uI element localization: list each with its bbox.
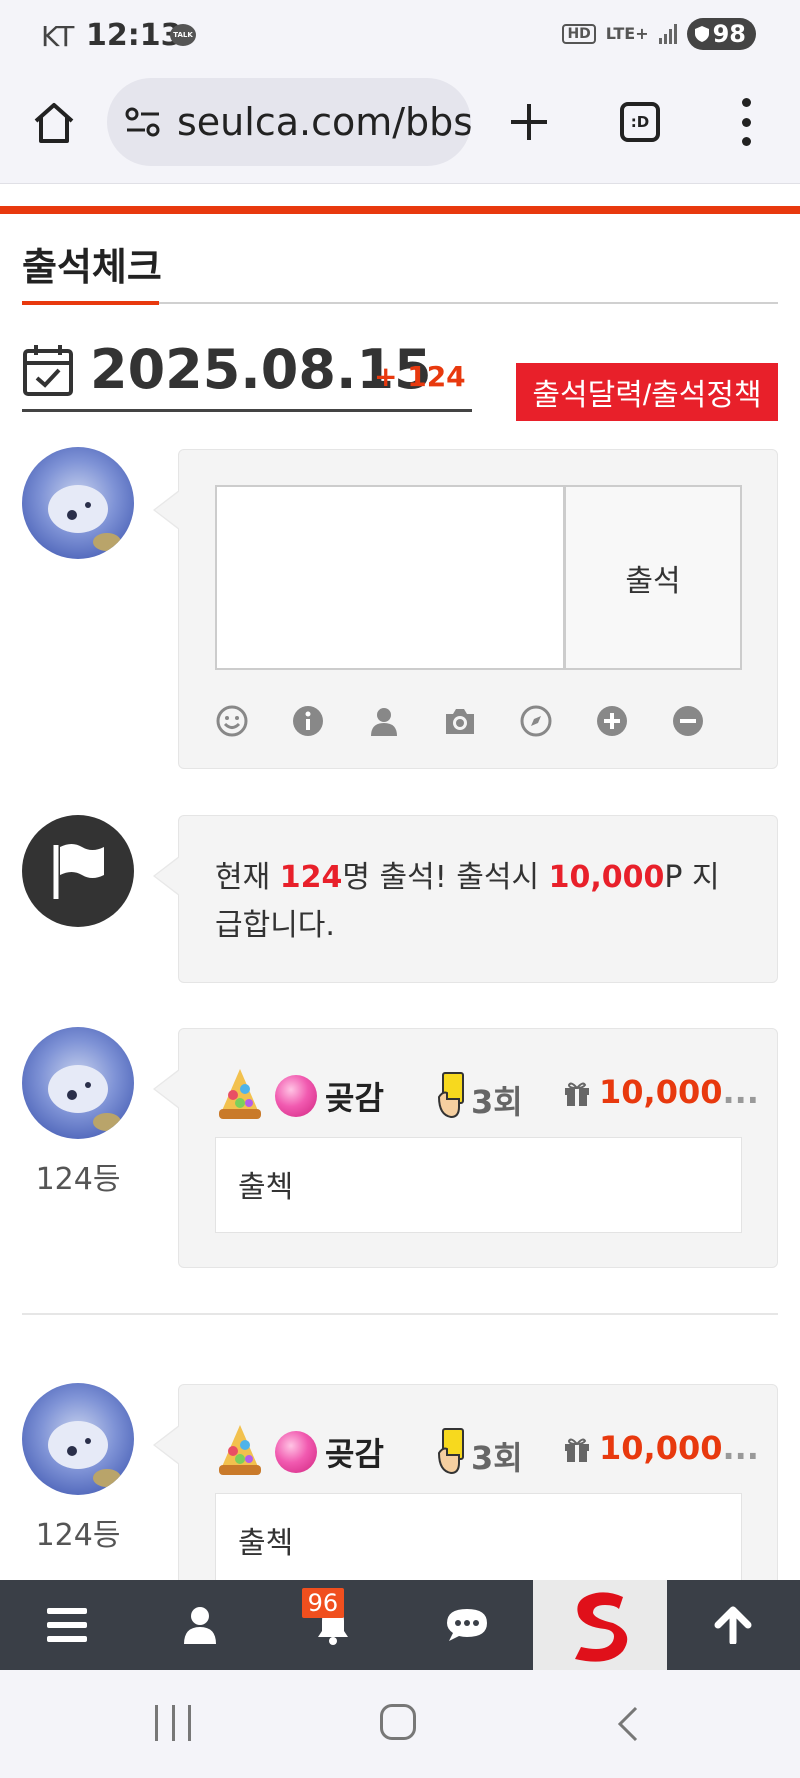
arrow-up-icon — [714, 1606, 752, 1644]
address-bar[interactable]: seulca.com/bbs — [107, 78, 471, 166]
attendance-submit-button[interactable]: 출석 — [564, 485, 742, 670]
nav-notifications-button[interactable]: 96 — [267, 1580, 400, 1670]
more-menu-icon[interactable] — [738, 98, 754, 146]
hd-voice-icon: HD — [562, 24, 596, 44]
notice-points: 10,000 — [548, 860, 665, 895]
compose-toolbar — [215, 704, 705, 738]
notice-panel: 현재 124명 출석! 출석시 10,000P 지급합니다. — [153, 815, 778, 983]
date-header: 2025.08.15 + 124 — [22, 338, 472, 412]
network-label: LTE+ — [605, 24, 649, 43]
signal-icon — [658, 24, 677, 44]
recent-apps-icon[interactable] — [155, 1705, 191, 1741]
home-icon[interactable] — [30, 99, 78, 147]
attendance-count: + 124 — [374, 360, 466, 393]
carrier-label: KT — [41, 20, 75, 53]
shield-icon — [694, 26, 709, 42]
url-text[interactable]: seulca.com/bbs — [177, 100, 471, 144]
level-badge-icon — [219, 1425, 261, 1475]
entry-divider — [22, 1313, 778, 1315]
entry-points-ellipsis: ... — [722, 1429, 759, 1467]
user-avatar[interactable] — [22, 447, 134, 559]
candy-badge-icon — [275, 1075, 317, 1117]
menu-icon — [46, 1608, 87, 1642]
entry-points: 10,000... — [599, 1429, 759, 1467]
entry-nickname[interactable]: 곶감 — [325, 1429, 384, 1475]
status-bar: KT 12:13 TALK HD LTE+ 98 — [0, 0, 800, 74]
notice-text: 현재 124명 출석! 출석시 10,000P 지급합니다. — [215, 854, 735, 950]
site-settings-icon[interactable] — [125, 106, 161, 138]
entry-attendance-times: 3회 — [471, 1439, 523, 1477]
gift-icon — [565, 1438, 589, 1462]
notice-middle: 명 출석! 출석시 — [342, 860, 549, 895]
entry-comment: 출첵 — [215, 1137, 742, 1233]
entry-points: 10,000... — [599, 1073, 759, 1111]
tab-switcher-button[interactable]: :D — [620, 102, 660, 142]
entry-nickname[interactable]: 곶감 — [325, 1073, 384, 1119]
smile-icon[interactable] — [215, 704, 249, 738]
attendance-policy-button[interactable]: 출석달력/출석정책 — [516, 363, 778, 421]
system-navigation-bar — [0, 1670, 800, 1778]
hedgehog-avatar-image — [22, 1383, 134, 1495]
notice-prefix: 현재 — [215, 860, 280, 895]
entry-points-ellipsis: ... — [722, 1073, 759, 1111]
entry-meta: 곶감 3회 10,000... — [215, 1421, 759, 1477]
battery-level: 98 — [712, 20, 746, 48]
camera-icon[interactable] — [443, 704, 477, 738]
nav-chat-button[interactable] — [400, 1580, 533, 1670]
site-logo — [574, 1592, 628, 1662]
back-icon[interactable] — [610, 1704, 646, 1744]
gift-icon — [565, 1082, 589, 1106]
entry-rank: 124등 — [35, 1518, 121, 1553]
entry-points-value: 10,000 — [599, 1429, 723, 1467]
flag-icon — [53, 844, 104, 899]
minus-circle-icon[interactable] — [671, 704, 705, 738]
entry-avatar[interactable] — [22, 1383, 134, 1495]
info-icon[interactable] — [291, 704, 325, 738]
entry-avatar[interactable] — [22, 1027, 134, 1139]
level-badge-icon — [219, 1069, 261, 1119]
candy-badge-icon — [275, 1431, 317, 1473]
entry-card: 곶감 3회 10,000... 출첵 — [153, 1028, 778, 1268]
clock: 12:13 — [86, 18, 182, 53]
yellow-card-icon — [437, 1428, 464, 1475]
entry-points-value: 10,000 — [599, 1073, 723, 1111]
attendance-message-input[interactable] — [215, 485, 565, 670]
new-tab-icon[interactable] — [505, 98, 553, 146]
notice-avatar — [22, 815, 134, 927]
nav-menu-button[interactable] — [0, 1580, 133, 1670]
user-icon[interactable] — [367, 704, 401, 738]
nav-site-logo-button[interactable] — [533, 1580, 667, 1670]
yellow-card-icon — [437, 1072, 464, 1119]
battery-indicator: 98 — [686, 18, 756, 50]
active-tab-indicator — [22, 301, 159, 305]
chat-icon — [446, 1609, 487, 1641]
notice-count: 124 — [279, 860, 343, 895]
header-accent-line — [0, 206, 800, 214]
hedgehog-avatar-image — [22, 1027, 134, 1139]
kakaotalk-icon: TALK — [170, 24, 196, 46]
hedgehog-avatar-image — [22, 447, 134, 559]
calendar-check-icon — [23, 345, 73, 396]
entry-rank: 124등 — [35, 1162, 121, 1197]
entry-meta: 곶감 3회 10,000... — [215, 1065, 759, 1121]
page-title[interactable]: 출석체크 — [22, 236, 162, 291]
bottom-navigation: 96 — [0, 1580, 800, 1670]
notification-count-badge: 96 — [301, 1588, 345, 1618]
browser-toolbar: seulca.com/bbs :D — [0, 74, 800, 184]
compass-icon[interactable] — [519, 704, 553, 738]
user-icon — [183, 1607, 216, 1644]
plus-circle-icon[interactable] — [595, 704, 629, 738]
nav-profile-button[interactable] — [133, 1580, 266, 1670]
home-circle-icon[interactable] — [380, 1704, 416, 1740]
entry-attendance-times: 3회 — [471, 1083, 523, 1121]
entry-comment: 출첵 — [215, 1493, 742, 1589]
nav-scroll-top-button[interactable] — [667, 1580, 800, 1670]
compose-panel: 출석 — [153, 449, 778, 769]
